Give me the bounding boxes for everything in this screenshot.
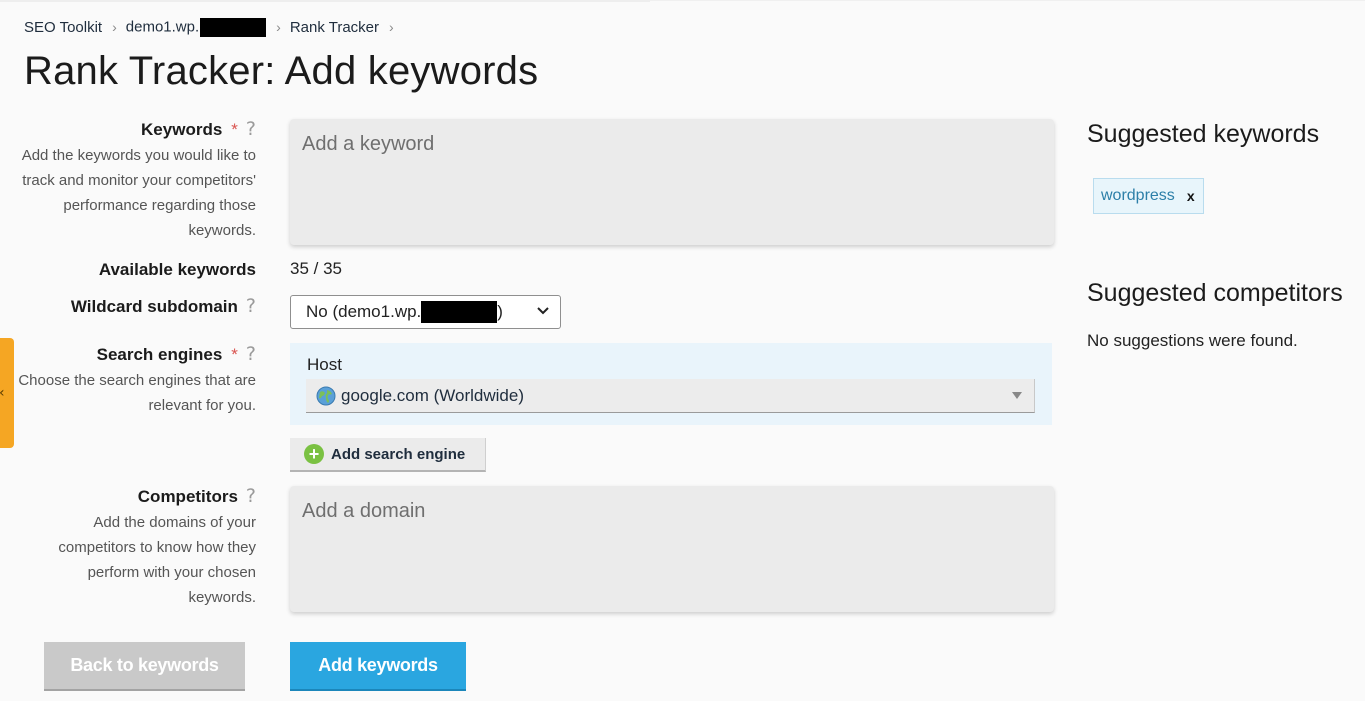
chevron-right-icon: › bbox=[389, 19, 394, 35]
chevron-left-icon: ‹ bbox=[0, 385, 5, 401]
competitors-input[interactable] bbox=[290, 486, 1054, 612]
globe-icon bbox=[316, 386, 336, 405]
top-border-right bbox=[650, 0, 1365, 1]
add-keywords-button[interactable]: Add keywords bbox=[290, 642, 466, 691]
chevron-right-icon: › bbox=[112, 19, 117, 35]
wildcard-selected-suffix: ) bbox=[497, 302, 503, 321]
available-keywords-label: Available keywords bbox=[98, 260, 256, 279]
competitors-label: Competitors ? bbox=[138, 484, 256, 509]
back-to-keywords-button[interactable]: Back to keywords bbox=[44, 642, 245, 691]
side-panel-toggle[interactable]: ‹ bbox=[0, 338, 14, 448]
wildcard-label: Wildcard subdomain ? bbox=[71, 294, 256, 319]
breadcrumb-domain[interactable]: demo1.wp. bbox=[125, 17, 267, 37]
breadcrumb-domain-label: demo1.wp. bbox=[125, 17, 200, 35]
available-keywords-value: 35 / 35 bbox=[290, 259, 342, 278]
host-label: Host bbox=[307, 355, 342, 374]
help-icon[interactable]: ? bbox=[246, 342, 256, 367]
search-engine-selected: google.com (Worldwide) bbox=[341, 385, 524, 405]
keywords-description: Add the keywords you would like to track… bbox=[21, 147, 256, 239]
no-suggestions-text: No suggestions were found. bbox=[1087, 331, 1298, 350]
suggested-keyword-label: wordpress bbox=[1101, 187, 1175, 204]
suggested-competitors-heading: Suggested competitors bbox=[1087, 279, 1343, 307]
competitors-label-text: Competitors bbox=[137, 487, 238, 506]
competitors-label-block: Competitors ? Add the domains of your co… bbox=[16, 484, 256, 610]
redacted-block bbox=[200, 17, 267, 37]
search-engine-panel: Host google.com (Worldwide) bbox=[290, 343, 1052, 425]
breadcrumb-seo-toolkit[interactable]: SEO Toolkit bbox=[24, 19, 102, 36]
wildcard-selected-prefix: No (demo1.wp. bbox=[306, 302, 422, 321]
keywords-label: Keywords * ? bbox=[141, 117, 256, 142]
required-mark: * bbox=[231, 120, 238, 139]
required-mark: * bbox=[231, 345, 238, 364]
wildcard-label-block: Wildcard subdomain ? bbox=[71, 294, 256, 320]
wildcard-label-text: Wildcard subdomain bbox=[70, 297, 238, 316]
wildcard-select[interactable]: No (demo1.wp.) bbox=[290, 295, 561, 329]
search-engines-label-block: Search engines * ? Choose the search eng… bbox=[16, 342, 256, 418]
redacted-block bbox=[421, 301, 498, 323]
search-engines-label-text: Search engines bbox=[96, 345, 223, 364]
help-icon[interactable]: ? bbox=[246, 117, 256, 142]
page-title: Rank Tracker: Add keywords bbox=[24, 49, 539, 93]
search-engines-description: Choose the search engines that are relev… bbox=[18, 372, 256, 414]
search-engines-label: Search engines * ? bbox=[97, 342, 256, 367]
dropdown-arrow-icon bbox=[1012, 392, 1022, 399]
add-search-engine-button[interactable]: + Add search engine bbox=[290, 438, 486, 472]
keywords-input[interactable] bbox=[290, 119, 1054, 245]
search-engine-select[interactable]: google.com (Worldwide) bbox=[306, 379, 1035, 413]
breadcrumb: SEO Toolkit › demo1.wp. › Rank Tracker › bbox=[24, 17, 403, 37]
add-search-engine-label: Add search engine bbox=[331, 445, 466, 463]
suggested-keyword-tag[interactable]: wordpress x bbox=[1093, 178, 1204, 214]
competitors-description: Add the domains of your competitors to k… bbox=[58, 514, 256, 606]
remove-tag-icon[interactable]: x bbox=[1187, 188, 1195, 204]
chevron-right-icon: › bbox=[276, 19, 281, 35]
keywords-label-block: Keywords * ? Add the keywords you would … bbox=[16, 117, 256, 243]
chevron-down-icon bbox=[537, 307, 549, 315]
keywords-label-text: Keywords bbox=[141, 120, 223, 139]
help-icon[interactable]: ? bbox=[246, 484, 256, 509]
suggested-keywords-heading: Suggested keywords bbox=[1087, 120, 1320, 148]
breadcrumb-rank-tracker[interactable]: Rank Tracker bbox=[290, 19, 379, 36]
help-icon[interactable]: ? bbox=[246, 294, 256, 319]
plus-circle-icon: + bbox=[304, 444, 324, 464]
top-border bbox=[0, 0, 650, 2]
available-label-block: Available keywords bbox=[99, 257, 256, 283]
